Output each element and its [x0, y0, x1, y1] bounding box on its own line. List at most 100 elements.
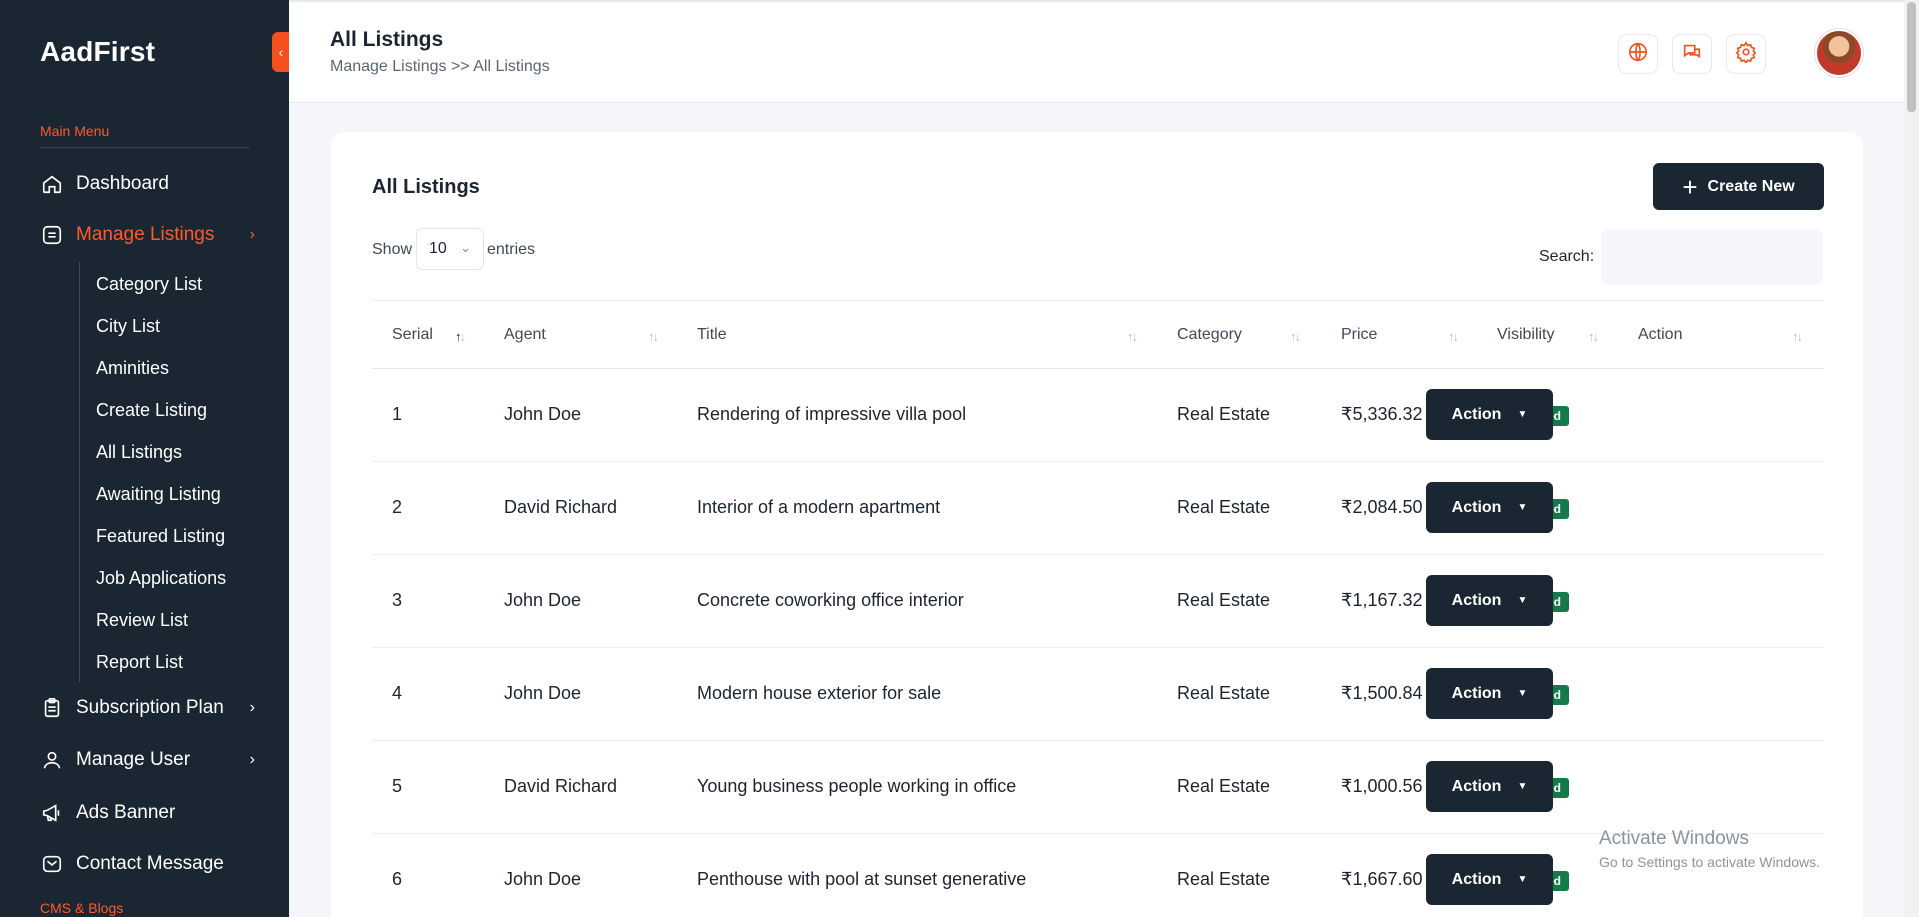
column-header-price[interactable]: Price	[1341, 326, 1377, 344]
entries-label: entries	[487, 241, 536, 258]
action-label: Action	[1451, 777, 1502, 795]
sort-icon[interactable]: ↑↓	[1448, 329, 1459, 344]
cell-agent: David Richard	[504, 776, 618, 796]
cell-price: ₹1,500.84	[1341, 683, 1423, 703]
sort-icon[interactable]: ↑↓	[1127, 329, 1138, 344]
submenu-item-awaiting-listing[interactable]: Awaiting Listing	[96, 484, 221, 505]
submenu-item-report-list[interactable]: Report List	[96, 652, 183, 673]
cell-serial: 4	[392, 683, 403, 703]
listings-table: Serial ↑↓ Agent ↑↓ Title ↑↓ Category ↑↓ …	[372, 300, 1824, 917]
action-label: Action	[1451, 870, 1502, 888]
language-button[interactable]	[1618, 34, 1658, 74]
sidebar-item-contact-message[interactable]: Contact Message	[40, 852, 255, 876]
sidebar-item-label: Ads Banner	[76, 802, 176, 823]
submenu-item-category-list[interactable]: Category List	[96, 274, 202, 295]
sidebar-item-manage-listings[interactable]: Manage Listings ›	[40, 223, 255, 247]
section-divider	[40, 147, 250, 148]
sidebar-item-label: Dashboard	[76, 173, 169, 194]
cell-price: ₹1,667.60	[1341, 869, 1423, 889]
sort-icon[interactable]: ↑↓	[1792, 329, 1803, 344]
column-header-title[interactable]: Title	[697, 326, 727, 344]
megaphone-icon	[40, 801, 64, 825]
sidebar-item-subscription-plan[interactable]: Subscription Plan ›	[40, 696, 255, 720]
cell-price: ₹1,167.32	[1341, 590, 1423, 610]
submenu-item-featured-listing[interactable]: Featured Listing	[96, 526, 225, 547]
action-label: Action	[1451, 405, 1502, 423]
action-dropdown-button[interactable]: Action ▼	[1426, 389, 1553, 440]
listings-card: All Listings + Create New Show 10 ⌄ entr…	[331, 132, 1863, 917]
search-input[interactable]	[1601, 229, 1823, 285]
action-label: Action	[1451, 498, 1502, 516]
action-dropdown-button[interactable]: Action ▼	[1426, 575, 1553, 626]
create-new-label: Create New	[1707, 177, 1795, 195]
scrollbar-thumb[interactable]	[1907, 2, 1916, 112]
submenu-item-job-applications[interactable]: Job Applications	[96, 568, 226, 589]
sort-icon[interactable]: ↑↓	[1588, 329, 1599, 344]
column-header-agent[interactable]: Agent	[504, 326, 546, 344]
column-header-category[interactable]: Category	[1177, 326, 1242, 344]
cell-category: Real Estate	[1177, 776, 1271, 796]
column-header-serial[interactable]: Serial	[392, 326, 433, 344]
messages-button[interactable]	[1672, 34, 1712, 74]
brand-logo[interactable]: AadFirst	[40, 36, 155, 68]
user-avatar[interactable]	[1815, 29, 1863, 77]
search-label: Search:	[1539, 248, 1595, 265]
table-row: 1 John Doe Rendering of impressive villa…	[372, 369, 1824, 462]
sidebar-item-manage-user[interactable]: Manage User ›	[40, 748, 255, 772]
settings-button[interactable]	[1726, 34, 1766, 74]
action-dropdown-button[interactable]: Action ▼	[1426, 761, 1553, 812]
sidebar-item-ads-banner[interactable]: Ads Banner	[40, 801, 255, 825]
page-scrollbar[interactable]	[1904, 0, 1919, 917]
gear-icon	[1735, 40, 1757, 68]
chevron-left-icon: ‹	[278, 44, 284, 60]
main-menu-label: Main Menu	[40, 123, 110, 139]
cell-title: Modern house exterior for sale	[697, 683, 942, 703]
action-dropdown-button[interactable]: Action ▼	[1426, 668, 1553, 719]
entries-per-page-select[interactable]: 10 ⌄	[416, 228, 484, 270]
breadcrumb[interactable]: Manage Listings >> All Listings	[330, 58, 550, 76]
page-title: All Listings	[330, 28, 444, 51]
caret-down-icon: ▼	[1517, 688, 1528, 699]
submenu-item-city-list[interactable]: City List	[96, 316, 160, 337]
action-dropdown-button[interactable]: Action ▼	[1426, 482, 1553, 533]
chevron-right-icon: ›	[249, 751, 255, 768]
submenu-item-all-listings[interactable]: All Listings	[96, 442, 182, 463]
sidebar-collapse-button[interactable]: ‹	[272, 32, 290, 72]
submenu-item-review-list[interactable]: Review List	[96, 610, 188, 631]
cell-agent: John Doe	[504, 404, 582, 424]
submenu-item-aminities[interactable]: Aminities	[96, 358, 169, 379]
cell-agent: John Doe	[504, 590, 582, 610]
user-icon	[40, 748, 64, 772]
sort-icon[interactable]: ↑↓	[648, 329, 659, 344]
cell-price: ₹2,084.50	[1341, 497, 1423, 517]
windows-activation-watermark: Activate Windows Go to Settings to activ…	[1599, 828, 1820, 870]
home-icon	[40, 172, 64, 196]
create-new-button[interactable]: + Create New	[1653, 163, 1824, 210]
card-title: All Listings	[372, 176, 480, 198]
sort-icon[interactable]: ↑↓	[455, 329, 466, 344]
sidebar-item-label: Contact Message	[76, 853, 224, 874]
caret-down-icon: ▼	[1517, 874, 1528, 885]
cell-price: ₹1,000.56	[1341, 776, 1423, 796]
column-header-action[interactable]: Action	[1638, 326, 1682, 344]
table-row: 5 David Richard Young business people wo…	[372, 741, 1824, 834]
sidebar-item-label: Subscription Plan	[76, 697, 224, 718]
chevron-down-icon: ⌄	[460, 240, 471, 255]
caret-down-icon: ▼	[1517, 502, 1528, 513]
sidebar-item-label: Manage User	[76, 749, 191, 770]
sidebar-item-dashboard[interactable]: Dashboard	[40, 172, 255, 196]
action-dropdown-button[interactable]: Action ▼	[1426, 854, 1553, 905]
column-header-visibility[interactable]: Visibility	[1497, 326, 1555, 344]
submenu-item-create-listing[interactable]: Create Listing	[96, 400, 207, 421]
cell-price: ₹5,336.32	[1341, 404, 1423, 424]
caret-down-icon: ▼	[1517, 781, 1528, 792]
cms-blogs-label: CMS & Blogs	[40, 900, 124, 916]
caret-down-icon: ▼	[1517, 409, 1528, 420]
caret-down-icon: ▼	[1517, 595, 1528, 606]
action-label: Action	[1451, 591, 1502, 609]
cell-title: Young business people working in office	[697, 776, 1017, 796]
sort-icon[interactable]: ↑↓	[1290, 329, 1301, 344]
cell-title: Concrete coworking office interior	[697, 590, 964, 610]
show-label: Show	[372, 241, 413, 258]
plus-icon: +	[1682, 171, 1698, 202]
